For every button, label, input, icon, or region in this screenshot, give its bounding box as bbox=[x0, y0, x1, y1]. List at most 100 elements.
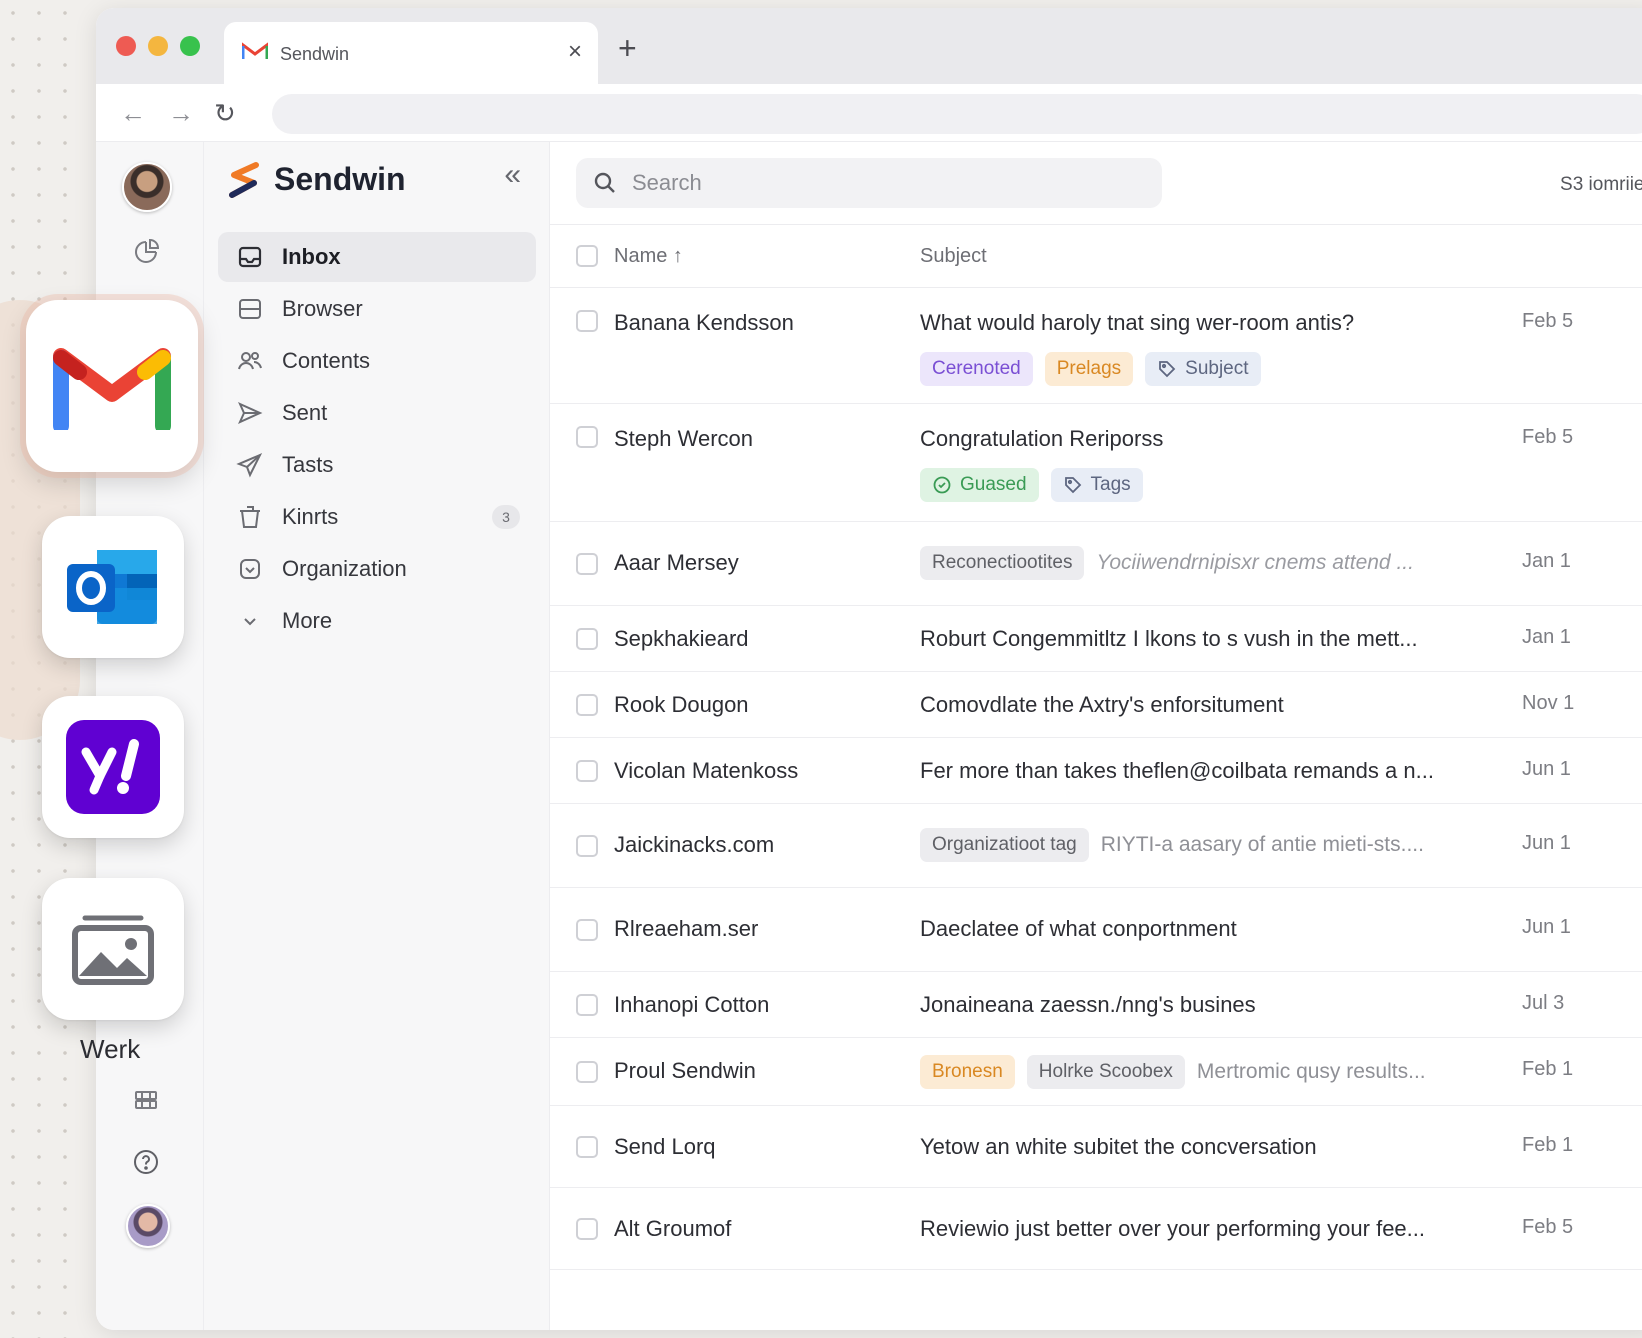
message-subject: Fer more than takes theflen@coilbata rem… bbox=[920, 758, 1434, 783]
row-checkbox[interactable] bbox=[576, 918, 598, 941]
message-date: Feb 5 bbox=[1522, 426, 1574, 448]
tag-chip[interactable]: Guased bbox=[920, 468, 1039, 502]
tag-chip[interactable]: Tags bbox=[1050, 468, 1143, 502]
message-subject: Jonaineana zaessn./nng's busines bbox=[920, 992, 1256, 1017]
message-subject: Comovdlate the Axtry's enforsitument bbox=[920, 692, 1284, 717]
close-window-button[interactable] bbox=[116, 36, 136, 56]
sidebar: Sendwin « Inbox Browser Contents Sent Ta… bbox=[204, 142, 550, 1330]
table-row[interactable]: Rlreaeham.ser Daeclatee of what conportn… bbox=[550, 888, 1642, 972]
sidebar-item-more[interactable]: More bbox=[218, 596, 536, 646]
address-bar[interactable] bbox=[272, 94, 1642, 134]
table-row[interactable]: Banana Kendsson What would haroly tnat s… bbox=[550, 288, 1642, 404]
message-preview: Mertromic qusy results... bbox=[1196, 1060, 1426, 1083]
yahoo-app-tile[interactable] bbox=[42, 696, 184, 838]
sidebar-item-label: More bbox=[282, 608, 333, 633]
row-checkbox[interactable] bbox=[576, 1217, 598, 1240]
row-checkbox[interactable] bbox=[576, 759, 598, 782]
message-date: Feb 1 bbox=[1522, 1058, 1574, 1080]
row-checkbox[interactable] bbox=[576, 993, 598, 1016]
yahoo-icon bbox=[66, 720, 160, 814]
message-date: Jan 1 bbox=[1522, 626, 1571, 648]
table-row[interactable]: Rook Dougon Comovdlate the Axtry's enfor… bbox=[550, 672, 1642, 738]
forward-arrow-icon[interactable]: → bbox=[168, 98, 194, 129]
message-date: Feb 5 bbox=[1522, 310, 1574, 332]
sendwin-logo-icon bbox=[229, 162, 259, 198]
sidebar-item-kinrts[interactable]: Kinrts 3 bbox=[218, 492, 536, 542]
sidebar-item-tasts[interactable]: Tasts bbox=[218, 440, 536, 490]
account-avatar[interactable] bbox=[126, 1204, 170, 1248]
tag-chip[interactable]: Prelags bbox=[1044, 352, 1134, 386]
table-row[interactable]: Inhanopi Cotton Jonaineana zaessn./nng's… bbox=[550, 972, 1642, 1038]
people-icon bbox=[238, 352, 262, 370]
sidebar-item-label: Tasts bbox=[282, 452, 334, 477]
column-header-subject[interactable]: Subject bbox=[920, 245, 987, 268]
message-summary: Reconectiootites Yociiwendrnipisxr cnems… bbox=[920, 546, 1414, 580]
trash-icon bbox=[240, 506, 260, 528]
sender-name: Rook Dougon bbox=[614, 692, 749, 717]
sidebar-item-organization[interactable]: Organization bbox=[218, 544, 536, 594]
tag-chip[interactable]: Organizatioot tag bbox=[920, 828, 1089, 862]
maximize-window-button[interactable] bbox=[180, 36, 200, 56]
row-checkbox[interactable] bbox=[576, 310, 598, 332]
message-date: Jun 1 bbox=[1522, 758, 1571, 780]
sidebar-item-label: Kinrts bbox=[282, 504, 339, 529]
back-arrow-icon[interactable]: ← bbox=[120, 98, 146, 129]
sidebar-item-label: Contents bbox=[282, 348, 371, 373]
help-icon[interactable] bbox=[128, 1144, 164, 1180]
browser-tab[interactable]: Sendwin × bbox=[224, 22, 598, 84]
table-row[interactable]: Proul Sendwin Bronesn Holrke Scoobex Mer… bbox=[550, 1038, 1642, 1106]
collapse-sidebar-icon[interactable]: « bbox=[504, 158, 521, 192]
row-checkbox[interactable] bbox=[576, 552, 598, 575]
gmail-favicon-icon bbox=[242, 42, 268, 59]
shield-icon bbox=[240, 559, 260, 579]
search-bar[interactable] bbox=[576, 158, 1162, 208]
message-subject: Roburt Congemmitltz I lkons to s vush in… bbox=[920, 626, 1418, 651]
tag-chip[interactable]: Reconectiootites bbox=[920, 546, 1085, 580]
tag-chip[interactable]: Cerenoted bbox=[920, 352, 1033, 386]
minimize-window-button[interactable] bbox=[148, 36, 168, 56]
sidebar-item-inbox[interactable]: Inbox bbox=[218, 232, 536, 282]
row-checkbox[interactable] bbox=[576, 834, 598, 857]
tag-chip[interactable]: Holrke Scoobex bbox=[1026, 1055, 1185, 1089]
row-checkbox[interactable] bbox=[576, 627, 598, 650]
sidebar-item-contents[interactable]: Contents bbox=[218, 336, 536, 386]
table-row[interactable]: Sepkhakieard Roburt Congemmitltz I lkons… bbox=[550, 606, 1642, 672]
apps-grid-icon[interactable] bbox=[128, 1082, 164, 1118]
sender-name: Inhanopi Cotton bbox=[614, 992, 770, 1017]
column-header-name[interactable]: Name ↑ bbox=[614, 245, 683, 268]
tag-list: Guased Tags bbox=[920, 468, 1143, 502]
row-checkbox[interactable] bbox=[576, 693, 598, 716]
message-list-pane: S3 iomriies Name ↑ Subject Banana Kendss… bbox=[550, 142, 1642, 1330]
new-tab-button[interactable]: + bbox=[618, 32, 637, 64]
sidebar-item-sent[interactable]: Sent bbox=[218, 388, 536, 438]
reload-icon[interactable]: ↻ bbox=[214, 98, 236, 129]
gmail-app-tile[interactable] bbox=[26, 300, 198, 472]
sidebar-item-label: Sent bbox=[282, 400, 328, 425]
photos-app-tile[interactable] bbox=[42, 878, 184, 1020]
select-all-checkbox[interactable] bbox=[576, 245, 598, 267]
activity-icon[interactable] bbox=[128, 234, 164, 270]
row-checkbox[interactable] bbox=[576, 426, 598, 448]
tab-close-icon[interactable]: × bbox=[568, 38, 582, 66]
tag-chip[interactable]: Bronesn bbox=[920, 1055, 1015, 1089]
row-checkbox[interactable] bbox=[576, 1060, 598, 1083]
table-row[interactable]: Steph Wercon Congratulation Reriporss Fe… bbox=[550, 404, 1642, 522]
user-avatar[interactable] bbox=[122, 162, 172, 212]
table-row[interactable]: Vicolan Matenkoss Fer more than takes th… bbox=[550, 738, 1642, 804]
tag-label: Subject bbox=[1185, 358, 1249, 379]
table-row[interactable]: Aaar Mersey Reconectiootites Yociiwendrn… bbox=[550, 522, 1642, 606]
search-input[interactable] bbox=[632, 170, 1132, 196]
sidebar-item-browser[interactable]: Browser bbox=[218, 284, 536, 334]
sender-name: Proul Sendwin bbox=[614, 1058, 756, 1083]
tag-chip[interactable]: Subject bbox=[1145, 352, 1261, 386]
table-row[interactable]: Jaickinacks.com Organizatioot tag RIYTI-… bbox=[550, 804, 1642, 888]
message-summary: Bronesn Holrke Scoobex Mertromic qusy re… bbox=[920, 1055, 1426, 1089]
gmail-icon bbox=[53, 348, 171, 430]
mail-app: Sendwin « Inbox Browser Contents Sent Ta… bbox=[96, 142, 1642, 1330]
row-checkbox[interactable] bbox=[576, 1135, 598, 1158]
outlook-app-tile[interactable] bbox=[42, 516, 184, 658]
dock-label: Werk bbox=[80, 1034, 141, 1064]
table-row[interactable]: Alt Groumof Reviewio just better over yo… bbox=[550, 1188, 1642, 1270]
sender-name: Aaar Mersey bbox=[614, 550, 739, 575]
table-row[interactable]: Send Lorq Yetow an white subitet the con… bbox=[550, 1106, 1642, 1188]
